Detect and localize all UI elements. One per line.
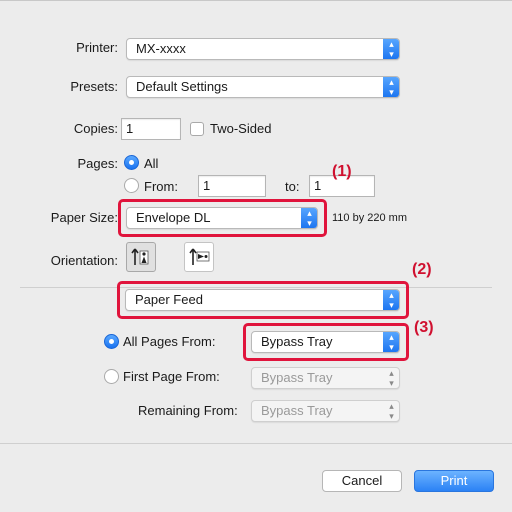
chevron-up-down-icon: ▴ ▾ xyxy=(389,368,394,388)
first-page-from-popup[interactable]: Bypass Tray ▴ ▾ xyxy=(251,367,400,389)
remaining-from-label: Remaining From: xyxy=(138,403,238,418)
cancel-button[interactable]: Cancel xyxy=(322,470,402,492)
presets-value: Default Settings xyxy=(136,79,228,94)
print-dialog: Printer: MX-xxxx ▴ ▾ Presets: Default Set… xyxy=(0,0,512,512)
all-pages-from-label: All Pages From: xyxy=(123,334,216,349)
pages-all-label: All xyxy=(144,156,159,171)
portrait-orientation-button[interactable] xyxy=(126,242,156,272)
pages-from-field[interactable]: 1 xyxy=(198,175,266,197)
remaining-from-popup[interactable]: Bypass Tray ▴ ▾ xyxy=(251,400,400,422)
printer-popup[interactable]: MX-xxxx ▴ ▾ xyxy=(126,38,400,60)
copies-label: Copies: xyxy=(73,121,118,136)
copies-field[interactable]: 1 xyxy=(121,118,181,140)
separator xyxy=(0,443,512,444)
orientation-label: Orientation: xyxy=(50,253,118,268)
remaining-from-value: Bypass Tray xyxy=(261,403,333,418)
first-page-from-label: First Page From: xyxy=(123,369,220,384)
portrait-icon xyxy=(131,248,149,265)
landscape-icon xyxy=(189,248,210,265)
printer-label: Printer: xyxy=(76,40,118,55)
pages-to-label: to: xyxy=(285,179,300,194)
callout-2: (2) xyxy=(412,261,432,278)
callout-1: (1) xyxy=(332,163,352,180)
highlight-bypass-tray xyxy=(243,323,409,361)
paper-size-dimensions: 110 by 220 mm xyxy=(332,212,408,224)
pages-from-radio[interactable] xyxy=(124,178,139,193)
paper-size-label: Paper Size: xyxy=(50,210,118,225)
presets-label: Presets: xyxy=(70,79,118,94)
two-sided-label: Two-Sided xyxy=(210,121,272,136)
pages-all-radio[interactable] xyxy=(124,155,139,170)
two-sided-checkbox[interactable] xyxy=(190,122,204,136)
landscape-orientation-button[interactable] xyxy=(184,242,214,272)
pages-from-label: From: xyxy=(144,179,178,194)
first-page-from-value: Bypass Tray xyxy=(261,370,333,385)
print-button[interactable]: Print xyxy=(414,470,494,492)
highlight-paper-feed xyxy=(117,281,409,319)
all-pages-from-radio[interactable] xyxy=(104,334,119,349)
pages-label: Pages: xyxy=(77,156,118,171)
callout-3: (3) xyxy=(414,319,434,336)
first-page-from-radio[interactable] xyxy=(104,369,119,384)
chevron-up-down-icon: ▴ ▾ xyxy=(389,401,394,421)
chevron-up-down-icon: ▴ ▾ xyxy=(383,39,399,59)
printer-value: MX-xxxx xyxy=(136,41,186,56)
presets-popup[interactable]: Default Settings ▴ ▾ xyxy=(126,76,400,98)
highlight-paper-size xyxy=(118,199,327,237)
chevron-up-down-icon: ▴ ▾ xyxy=(383,77,399,97)
